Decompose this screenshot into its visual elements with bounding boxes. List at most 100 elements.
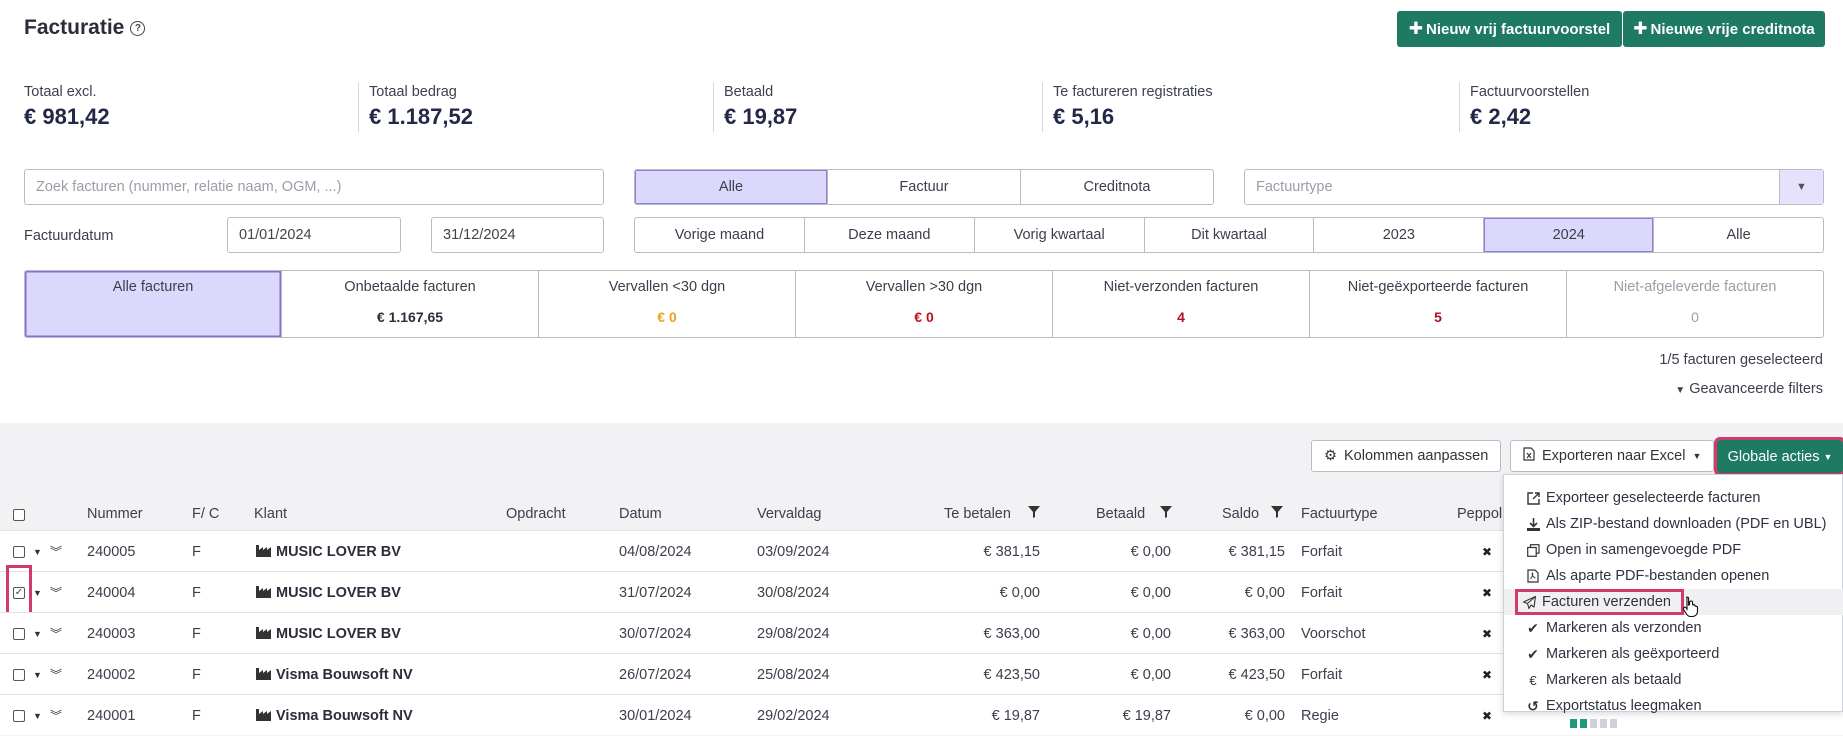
euro-icon: €	[1529, 672, 1537, 688]
menu-item-als-zip-bestand-downloaden-pdf-en-ubl[interactable]: Als ZIP-bestand downloaden (PDF en UBL)	[1504, 511, 1843, 537]
total-proposals: Factuurvoorstellen € 2,42	[1470, 84, 1590, 129]
cell-type: Forfait	[1301, 666, 1343, 683]
menu-item-open-in-samengevoegde-pdf[interactable]: Open in samengevoegde PDF	[1504, 537, 1843, 563]
tile-unpaid[interactable]: Onbetaalde facturen € 1.167,65	[282, 271, 539, 337]
peppol-status-icon: ✖	[1482, 708, 1493, 723]
filter-icon[interactable]	[1028, 506, 1040, 522]
cell-client[interactable]: Visma Bouwsoft NV	[256, 695, 413, 736]
expand-chevron-icon[interactable]: ︾	[50, 695, 62, 736]
cell-client[interactable]: Visma Bouwsoft NV	[256, 654, 413, 695]
cell-client[interactable]: MUSIC LOVER BV	[256, 531, 401, 572]
col-type[interactable]: Factuurtype	[1301, 506, 1378, 522]
page-title-text: Facturatie	[24, 16, 125, 39]
cell-to-pay: € 381,15	[983, 543, 1040, 560]
col-peppol[interactable]: Peppol	[1457, 506, 1502, 522]
chevron-down-icon[interactable]: ▼	[1779, 170, 1823, 204]
select-all-checkbox[interactable]	[13, 508, 25, 525]
period-this-month[interactable]: Deze maand	[805, 218, 975, 252]
cell-to-pay: € 423,50	[983, 666, 1040, 683]
cell-type: Forfait	[1301, 584, 1343, 601]
period-2024[interactable]: 2024	[1484, 218, 1655, 252]
period-prev-month[interactable]: Vorige maand	[635, 218, 805, 252]
cell-type: Voorschot	[1301, 625, 1366, 642]
tile-overdue-gt30[interactable]: Vervallen >30 dgn € 0	[796, 271, 1053, 337]
factory-icon	[256, 626, 276, 642]
tile-overdue-lt30[interactable]: Vervallen <30 dgn € 0	[539, 271, 796, 337]
col-client[interactable]: Klant	[254, 506, 287, 522]
menu-item-als-aparte-pdf-bestanden-openen[interactable]: Als aparte PDF-bestanden openen	[1504, 563, 1843, 589]
new-invoice-proposal-button[interactable]: ✚ Nieuw vrij factuurvoorstel	[1397, 11, 1622, 47]
row-checkbox[interactable]	[13, 654, 25, 695]
col-number[interactable]: Nummer	[87, 506, 143, 522]
col-fc[interactable]: F/ C	[192, 506, 219, 522]
row-checkbox[interactable]	[13, 613, 25, 654]
doc-type-all[interactable]: Alle	[635, 170, 828, 204]
row-menu-caret-icon[interactable]: ▼	[33, 531, 42, 572]
cell-number[interactable]: 240004	[87, 572, 135, 613]
global-actions-button[interactable]: Globale acties ▼	[1714, 437, 1843, 476]
cell-number[interactable]: 240001	[87, 695, 135, 736]
filter-icon[interactable]	[1271, 506, 1283, 522]
row-checkbox[interactable]	[13, 531, 25, 572]
invoice-type-select[interactable]: Factuurtype ▼	[1244, 169, 1824, 205]
file-pdf-icon	[1526, 569, 1540, 583]
row-checkbox[interactable]: ✓	[6, 565, 32, 620]
cell-fc: F	[192, 666, 201, 683]
filter-icon[interactable]	[1160, 506, 1172, 522]
period-prev-quarter[interactable]: Vorig kwartaal	[975, 218, 1145, 252]
col-date[interactable]: Datum	[619, 506, 662, 522]
tile-not-exported[interactable]: Niet-geëxporteerde facturen 5	[1310, 271, 1567, 337]
doc-type-invoice[interactable]: Factuur	[828, 170, 1021, 204]
expand-chevron-icon[interactable]: ︾	[50, 613, 62, 654]
col-due[interactable]: Vervaldag	[757, 506, 822, 522]
search-input[interactable]: Zoek facturen (nummer, relatie naam, OGM…	[24, 169, 604, 205]
expand-chevron-icon[interactable]: ︾	[50, 531, 62, 572]
period-2023[interactable]: 2023	[1314, 218, 1485, 252]
factory-icon	[256, 708, 276, 724]
check-icon: ✔	[1527, 619, 1539, 636]
col-to-pay[interactable]: Te betalen	[944, 506, 1011, 522]
expand-chevron-icon[interactable]: ︾	[50, 572, 62, 613]
tile-not-delivered[interactable]: Niet-afgeleverde facturen 0	[1567, 271, 1823, 337]
date-to-input[interactable]: 31/12/2024	[431, 217, 604, 253]
menu-item-exporteer-geselecteerde-facturen[interactable]: Exporteer geselecteerde facturen	[1504, 485, 1843, 511]
period-this-quarter[interactable]: Dit kwartaal	[1145, 218, 1315, 252]
cell-date: 31/07/2024	[619, 584, 692, 601]
tile-all-invoices[interactable]: Alle facturen	[25, 271, 282, 337]
menu-item-facturen-verzenden[interactable]: Facturen verzenden	[1504, 589, 1843, 615]
tile-not-sent[interactable]: Niet-verzonden facturen 4	[1053, 271, 1310, 337]
doc-type-creditnote[interactable]: Creditnota	[1021, 170, 1213, 204]
menu-item-markeren-als-verzonden[interactable]: ✔ Markeren als verzonden	[1504, 615, 1843, 641]
advanced-filters-toggle[interactable]: ▼ Geavanceerde filters	[1675, 381, 1823, 397]
col-balance[interactable]: Saldo	[1222, 506, 1259, 522]
menu-item-markeren-als-betaald[interactable]: € Markeren als betaald	[1504, 667, 1843, 693]
cell-number[interactable]: 240005	[87, 531, 135, 572]
export-excel-button[interactable]: Exporteren naar Excel ▼	[1510, 440, 1715, 472]
col-paid[interactable]: Betaald	[1096, 506, 1145, 522]
tile-value: 5	[1434, 309, 1442, 325]
menu-item-markeren-als-ge-xporteerd[interactable]: ✔ Markeren als geëxporteerd	[1504, 641, 1843, 667]
col-order[interactable]: Opdracht	[506, 506, 566, 522]
cell-balance: € 423,50	[1228, 666, 1285, 683]
new-credit-note-button[interactable]: ✚ Nieuwe vrije creditnota	[1623, 11, 1825, 47]
row-menu-caret-icon[interactable]: ▼	[33, 572, 42, 613]
menu-item-exportstatus-leegmaken[interactable]: ↺ Exportstatus leegmaken	[1504, 693, 1843, 719]
row-menu-caret-icon[interactable]: ▼	[33, 695, 42, 736]
period-all[interactable]: Alle	[1654, 218, 1823, 252]
divider	[1459, 82, 1460, 132]
help-icon[interactable]: ?	[130, 20, 146, 36]
cell-number[interactable]: 240003	[87, 613, 135, 654]
row-menu-caret-icon[interactable]: ▼	[33, 654, 42, 695]
date-from-input[interactable]: 01/01/2024	[227, 217, 401, 253]
cell-client[interactable]: MUSIC LOVER BV	[256, 572, 401, 613]
cell-client[interactable]: MUSIC LOVER BV	[256, 613, 401, 654]
cell-to-pay: € 19,87	[991, 707, 1040, 724]
row-checkbox[interactable]	[13, 695, 25, 736]
adjust-columns-button[interactable]: ⚙ Kolommen aanpassen	[1311, 440, 1502, 472]
tile-value: 0	[1691, 309, 1699, 325]
row-menu-caret-icon[interactable]: ▼	[33, 613, 42, 654]
cell-number[interactable]: 240002	[87, 654, 135, 695]
total-amount: Totaal bedrag € 1.187,52	[369, 84, 473, 129]
cell-due: 25/08/2024	[757, 666, 830, 683]
expand-chevron-icon[interactable]: ︾	[50, 654, 62, 695]
